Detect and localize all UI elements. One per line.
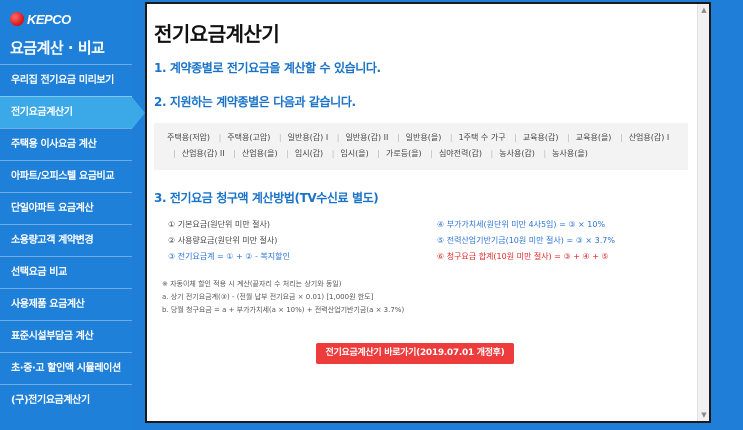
contract-type: 산업용(갑) I	[628, 133, 670, 142]
type-separator: |	[233, 149, 236, 158]
contract-type: 임시(갑)	[294, 149, 324, 158]
type-separator: |	[449, 133, 453, 142]
contract-type: 주택용(고압)	[227, 133, 271, 142]
contract-type: 심야전력(갑)	[438, 149, 482, 158]
scroll-up-icon[interactable]: ▲	[698, 4, 710, 16]
type-separator: |	[619, 133, 623, 142]
type-separator: |	[377, 149, 380, 158]
type-separator: |	[286, 149, 289, 158]
type-separator: |	[336, 133, 340, 142]
sidebar-menu: 우리집 전기요금 미리보기 전기요금계산기 주택용 이사요금 계산 아파트/오피…	[0, 64, 145, 416]
kepco-logo-icon	[10, 12, 24, 26]
contract-type: 주택용(저압)	[167, 133, 211, 142]
sidebar-item-single-apartment[interactable]: 단일아파트 요금계산	[0, 192, 132, 224]
contract-type: 가로등(을)	[386, 149, 422, 158]
sidebar-item-home-preview[interactable]: 우리집 전기요금 미리보기	[0, 64, 132, 96]
contract-type: 일반용(갑) I	[287, 133, 329, 142]
contract-type: 농사용(갑)	[499, 149, 535, 158]
type-separator: |	[278, 133, 282, 142]
kepco-logo[interactable]: KEPCO	[10, 10, 132, 28]
content-frame: 전기요금계산기 1. 계약종별로 전기요금을 계산할 수 있습니다. 2. 지원…	[145, 2, 711, 423]
note-b: b. 당월 청구요금 = a + 부가가치세(a × 10%) + 전력산업기반…	[162, 306, 405, 314]
contract-type: 농사용(을)	[552, 149, 588, 158]
calc-vat: ④ 부가가치세(원단위 미만 4사5입) = ③ × 10%	[437, 220, 606, 229]
contract-types-box: 주택용(저압) | 주택용(고압) | 일반용(갑) I | 일반용(갑) II | 일…	[154, 123, 688, 170]
sidebar-item-contract-change[interactable]: 소용량고객 계약변경	[0, 224, 132, 256]
sidebar-item-old-calculator[interactable]: (구)전기요금계산기	[0, 384, 132, 416]
contract-type: 교육용(을)	[575, 133, 612, 142]
note-a: a. 상기 전기요금계(③) - (전월 납부 전기요금 × 0.01) [1,…	[162, 293, 374, 301]
type-separator: |	[396, 133, 400, 142]
scroll-down-icon[interactable]: ▼	[698, 409, 710, 421]
contract-type: 1주택 수 가구	[458, 133, 506, 142]
contract-type: 교육용(갑)	[522, 133, 559, 142]
page-title: 전기요금계산기	[154, 22, 280, 46]
heading-2: 2. 지원하는 계약종별은 다음과 같습니다.	[154, 95, 356, 109]
notes: ※ 자동이체 할인 적용 시 계산(끝자리 수 처리는 상기와 동일) a. 상…	[154, 278, 688, 317]
cta-wrapper: 전기요금계산기 바로가기(2019.07.01 개정후)	[154, 340, 688, 364]
calc-usage-fee: ② 사용량요금(원단위 미만 절사)	[168, 236, 278, 245]
type-separator: |	[514, 133, 517, 142]
contract-type: 산업용(갑) II	[181, 149, 225, 158]
type-separator: |	[567, 133, 570, 142]
calc-left-column: ① 기본요금(원단위 미만 절사) ② 사용량요금(원단위 미만 절사) ③ 전…	[168, 217, 437, 265]
sidebar-item-optional-rate[interactable]: 선택요금 비교	[0, 256, 132, 288]
sidebar-item-calculator[interactable]: 전기요금계산기	[0, 96, 145, 129]
go-to-calculator-button[interactable]: 전기요금계산기 바로가기(2019.07.01 개정후)	[315, 343, 515, 364]
type-separator: |	[331, 149, 335, 158]
calc-electricity-total: ③ 전기요금계 = ① + ② - 복지할인	[168, 252, 290, 261]
sidebar-item-moving[interactable]: 주택용 이사요금 계산	[0, 128, 132, 160]
calc-method: ① 기본요금(원단위 미만 절사) ② 사용량요금(원단위 미만 절사) ③ 전…	[154, 217, 688, 265]
type-separator: |	[218, 133, 222, 142]
brand: KEPCO 요금계산 · 비교	[0, 0, 132, 64]
type-separator: |	[543, 149, 547, 158]
contract-type: 산업용(을)	[241, 149, 278, 158]
sidebar-item-apartment-compare[interactable]: 아파트/오피스텔 요금비교	[0, 160, 132, 192]
sidebar-item-facility-charge[interactable]: 표준시설부담금 계산	[0, 320, 132, 352]
content: 전기요금계산기 1. 계약종별로 전기요금을 계산할 수 있습니다. 2. 지원…	[147, 4, 696, 421]
type-separator: |	[430, 149, 433, 158]
heading-3: 3. 전기요금 청구액 계산방법(TV수신료 별도)	[154, 191, 379, 205]
calc-billing-total: ⑥ 청구요금 합계(10원 미만 절사) = ③ + ④ + ⑤	[437, 252, 609, 261]
heading-1: 1. 계약종별로 전기요금을 계산할 수 있습니다.	[154, 61, 381, 75]
sidebar: KEPCO 요금계산 · 비교 우리집 전기요금 미리보기 전기요금계산기 주택…	[0, 0, 145, 430]
note-auto-transfer: ※ 자동이체 할인 적용 시 계산(끝자리 수 처리는 상기와 동일)	[162, 280, 342, 288]
calc-base-fee: ① 기본요금(원단위 미만 절사)	[168, 220, 271, 229]
logo-text: KEPCO	[27, 11, 71, 27]
contract-type: 임시(을)	[340, 149, 369, 158]
calc-fund: ⑤ 전력산업기반기금(10원 미만 절사) = ③ × 3.7%	[437, 236, 615, 245]
contract-type: 일반용(갑) II	[345, 133, 389, 142]
calc-right-column: ④ 부가가치세(원단위 미만 4사5입) = ③ × 10% ⑤ 전력산업기반기…	[437, 217, 688, 265]
contract-type: 일반용(을)	[405, 133, 442, 142]
scrollbar[interactable]: ▲ ▼	[697, 4, 709, 421]
sidebar-item-school-discount[interactable]: 초·중·고 할인액 시뮬레이션	[0, 352, 132, 384]
sidebar-item-appliance[interactable]: 사용제품 요금계산	[0, 288, 132, 320]
sidebar-title: 요금계산 · 비교	[10, 39, 105, 57]
type-separator: |	[490, 149, 494, 158]
type-separator: |	[173, 149, 176, 158]
